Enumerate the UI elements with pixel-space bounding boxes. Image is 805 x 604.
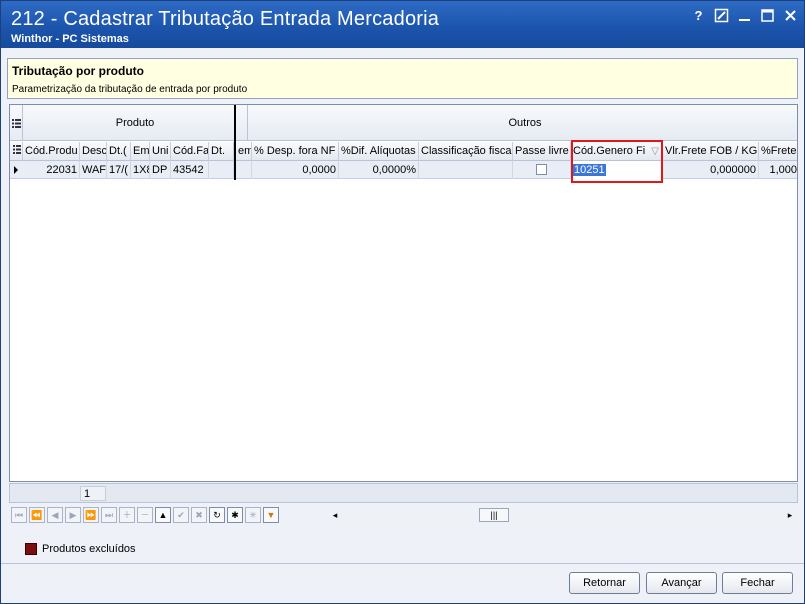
edit-icon[interactable] <box>714 8 729 23</box>
scroll-thumb[interactable]: ||| <box>479 508 509 522</box>
col-descricao[interactable]: Desc <box>80 142 107 161</box>
col-classificacao-fiscal[interactable]: Classificação fiscal <box>419 142 513 161</box>
prev-page-icon[interactable]: ⏪ <box>29 507 45 523</box>
cell-perc-frete[interactable]: 1,000 <box>759 161 797 179</box>
passe-livre-checkbox[interactable] <box>536 164 547 175</box>
cell-vlr-frete-fob[interactable]: 0,000000 <box>663 161 759 179</box>
col-dt-2[interactable]: Dt. <box>209 142 234 161</box>
col-perc-frete[interactable]: %Frete <box>759 142 797 161</box>
grid-footer: 1 <box>9 483 798 503</box>
panel-description: Parametrização da tributação de entrada … <box>12 84 248 95</box>
frozen-column-divider[interactable] <box>234 105 236 180</box>
row-indicator-icon <box>10 161 23 178</box>
cell-cod-produto[interactable]: 22031 <box>23 161 80 179</box>
col-passe-livre[interactable]: Passe livre <box>513 142 571 161</box>
col-cod-produto[interactable]: Cód.Produ <box>23 142 80 161</box>
col-dif-aliquotas[interactable]: %Dif. Alíquotas <box>339 142 419 161</box>
col-em[interactable]: Em <box>131 142 150 161</box>
cell-descricao[interactable]: WAFI <box>80 161 107 179</box>
button-bar: Retornar Avançar Fechar <box>1 563 804 603</box>
band-header-row: Produto Outros <box>10 105 797 141</box>
legend-swatch <box>25 543 37 555</box>
band-outros[interactable]: Outros <box>251 105 797 141</box>
col-dt[interactable]: Dt.( <box>107 142 131 161</box>
fechar-button-label: Fechar <box>740 577 775 589</box>
window-title: 212 - Cadastrar Tributação Entrada Merca… <box>11 8 440 30</box>
cell-dt[interactable]: 17/( <box>107 161 131 179</box>
grid-navigator: ⏮ ⏪ ◀ ▶ ⏩ ⏭ ＋ － ▲ ✔ ✖ ↻ ✱ ✳ ▼ ◂ ||| ▸ <box>9 505 798 525</box>
avancar-button-label: Avançar <box>661 577 702 589</box>
edit-record-icon[interactable]: ▲ <box>155 507 171 523</box>
post-edit-icon[interactable]: ✔ <box>173 507 189 523</box>
col-vlr-frete-fob[interactable]: Vlr.Frete FOB / KG <box>663 142 759 161</box>
legend: Produtos excluídos <box>25 543 136 555</box>
cell-em[interactable]: 1X8 <box>131 161 150 179</box>
product-grid[interactable]: Produto Outros Cód.Produ Desc Dt.( Em Un… <box>9 104 798 482</box>
band-produto[interactable]: Produto <box>23 105 248 141</box>
window-subtitle: Winthor - PC Sistemas <box>11 33 129 45</box>
refresh-icon[interactable]: ↻ <box>209 507 225 523</box>
main-window: 212 - Cadastrar Tributação Entrada Merca… <box>0 0 805 604</box>
scroll-right-icon[interactable]: ▸ <box>782 507 798 523</box>
col-desp-fora-nf[interactable]: % Desp. fora NF <box>252 142 339 161</box>
cell-cod-fab[interactable]: 43542 <box>171 161 209 179</box>
col-cod-fab[interactable]: Cód.Fa <box>171 142 209 161</box>
filter-dropdown-icon[interactable]: ▼ <box>263 507 279 523</box>
prev-record-icon[interactable]: ◀ <box>47 507 63 523</box>
cell-unidade[interactable]: DP <box>150 161 171 179</box>
cell-dt-2[interactable] <box>209 161 234 179</box>
cell-dif-aliquotas[interactable]: 0,0000% <box>339 161 419 179</box>
goto-bookmark-icon[interactable]: ✳ <box>245 507 261 523</box>
title-bar: 212 - Cadastrar Tributação Entrada Merca… <box>1 1 804 48</box>
panel-title: Tributação por produto <box>12 64 144 78</box>
fechar-button[interactable]: Fechar <box>722 572 793 594</box>
maximize-icon[interactable] <box>760 8 775 23</box>
cell-passe-livre[interactable] <box>513 161 571 179</box>
column-chooser-icon[interactable] <box>10 105 23 141</box>
minimize-icon[interactable] <box>737 8 752 23</box>
col-em-2[interactable]: em <box>236 142 252 161</box>
info-panel: Tributação por produto Parametrização da… <box>7 58 798 99</box>
window-controls: ? <box>691 8 798 23</box>
insert-record-icon[interactable]: ＋ <box>119 507 135 523</box>
cancel-edit-icon[interactable]: ✖ <box>191 507 207 523</box>
col-unidade[interactable]: Uni <box>150 142 171 161</box>
delete-record-icon[interactable]: － <box>137 507 153 523</box>
first-page-icon[interactable]: ⏮ <box>11 507 27 523</box>
next-page-icon[interactable]: ⏩ <box>83 507 99 523</box>
close-icon[interactable] <box>783 8 798 23</box>
column-chooser-icon-2[interactable] <box>10 142 23 161</box>
cell-classificacao-fiscal[interactable] <box>419 161 513 179</box>
save-bookmark-icon[interactable]: ✱ <box>227 507 243 523</box>
last-page-icon[interactable]: ⏭ <box>101 507 117 523</box>
scroll-left-icon[interactable]: ◂ <box>327 507 343 523</box>
cell-desp-fora-nf[interactable]: 0,0000 <box>252 161 339 179</box>
highlight-box <box>571 140 663 183</box>
help-button[interactable]: ? <box>691 8 706 23</box>
cell-em-2[interactable] <box>236 161 252 179</box>
avancar-button[interactable]: Avançar <box>646 572 717 594</box>
retornar-button[interactable]: Retornar <box>569 572 640 594</box>
retornar-button-label: Retornar <box>583 577 626 589</box>
record-count: 1 <box>80 486 106 501</box>
legend-label: Produtos excluídos <box>42 543 136 555</box>
next-record-icon[interactable]: ▶ <box>65 507 81 523</box>
horizontal-scrollbar[interactable]: ◂ ||| ▸ <box>327 507 798 523</box>
column-header-row: Cód.Produ Desc Dt.( Em Uni Cód.Fa Dt. em… <box>10 142 797 161</box>
table-row[interactable]: 22031 WAFI 17/( 1X8 DP 43542 0,0000 0,00… <box>10 161 797 179</box>
